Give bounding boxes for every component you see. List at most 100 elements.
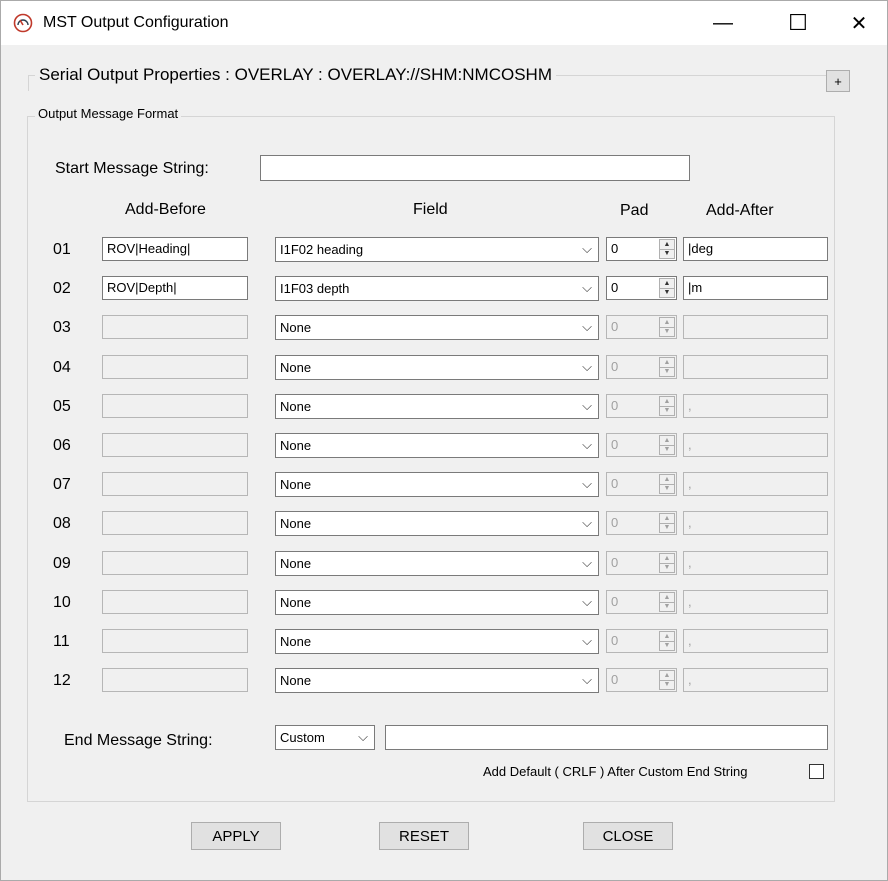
- field-select[interactable]: None ⌵: [275, 433, 599, 458]
- pad-spinner[interactable]: 0 ▲ ▼: [606, 355, 677, 379]
- spin-down-icon[interactable]: ▼: [660, 249, 674, 258]
- field-select[interactable]: None ⌵: [275, 551, 599, 576]
- field-select[interactable]: I1F02 heading ⌵: [275, 237, 599, 262]
- close-window-button[interactable]: ✕: [831, 1, 887, 45]
- crlf-checkbox[interactable]: [809, 764, 824, 779]
- field-select[interactable]: None ⌵: [275, 511, 599, 536]
- apply-button[interactable]: APPLY: [191, 822, 281, 850]
- add-before-input[interactable]: [102, 315, 248, 339]
- add-after-input[interactable]: ,: [683, 551, 828, 575]
- expand-button[interactable]: +: [826, 70, 850, 92]
- chevron-down-icon: ⌵: [582, 319, 592, 334]
- row-number: 11: [53, 633, 70, 650]
- add-before-input[interactable]: [102, 472, 248, 496]
- spin-down-icon[interactable]: ▼: [660, 680, 674, 689]
- end-message-select[interactable]: Custom ⌵: [275, 725, 375, 750]
- field-select[interactable]: None ⌵: [275, 394, 599, 419]
- spin-down-icon[interactable]: ▼: [660, 367, 674, 376]
- spinner-buttons: ▲ ▼: [659, 435, 675, 455]
- end-message-input[interactable]: [385, 725, 828, 750]
- add-after-input[interactable]: ,: [683, 472, 828, 496]
- add-before-input[interactable]: [102, 394, 248, 418]
- add-before-input[interactable]: [102, 629, 248, 653]
- spinner-buttons: ▲ ▼: [659, 592, 675, 612]
- pad-spinner[interactable]: 0 ▲ ▼: [606, 433, 677, 457]
- add-after-input[interactable]: [683, 315, 828, 339]
- add-before-input[interactable]: ROV|Heading|: [102, 237, 248, 261]
- spin-down-icon[interactable]: ▼: [660, 563, 674, 572]
- pad-spinner[interactable]: 0 ▲ ▼: [606, 668, 677, 692]
- field-select[interactable]: None ⌵: [275, 668, 599, 693]
- pad-spinner[interactable]: 0 ▲ ▼: [606, 276, 677, 300]
- pad-spinner[interactable]: 0 ▲ ▼: [606, 315, 677, 339]
- chevron-down-icon: ⌵: [582, 437, 592, 452]
- row-number: 05: [53, 398, 71, 415]
- chevron-down-icon: ⌵: [358, 729, 368, 744]
- spinner-buttons: ▲ ▼: [659, 357, 675, 377]
- reset-button[interactable]: RESET: [379, 822, 469, 850]
- maximize-button[interactable]: ☐: [770, 1, 826, 45]
- field-select[interactable]: None ⌵: [275, 590, 599, 615]
- pad-spinner[interactable]: 0 ▲ ▼: [606, 629, 677, 653]
- pad-value: 0: [611, 555, 619, 570]
- pad-spinner[interactable]: 0 ▲ ▼: [606, 472, 677, 496]
- add-before-input[interactable]: [102, 668, 248, 692]
- field-header: Field: [413, 201, 448, 218]
- row-number: 02: [53, 280, 71, 297]
- add-before-input[interactable]: [102, 590, 248, 614]
- field-select-value: None: [280, 595, 312, 610]
- add-after-input[interactable]: ,: [683, 668, 828, 692]
- add-after-input[interactable]: |m: [683, 276, 828, 300]
- pad-header: Pad: [620, 202, 649, 219]
- chevron-down-icon: ⌵: [582, 515, 592, 530]
- end-message-select-value: Custom: [280, 730, 325, 745]
- field-select[interactable]: None ⌵: [275, 355, 599, 380]
- pad-spinner[interactable]: 0 ▲ ▼: [606, 551, 677, 575]
- mst-output-configuration-window: MST Output Configuration — ☐ ✕ Serial Ou…: [0, 0, 888, 881]
- chevron-down-icon: ⌵: [582, 555, 592, 570]
- add-after-input[interactable]: |deg: [683, 237, 828, 261]
- add-after-header: Add-After: [706, 202, 774, 219]
- chevron-down-icon: ⌵: [582, 241, 592, 256]
- add-after-input[interactable]: ,: [683, 394, 828, 418]
- spin-down-icon[interactable]: ▼: [660, 484, 674, 493]
- pad-spinner[interactable]: 0 ▲ ▼: [606, 394, 677, 418]
- add-after-input[interactable]: ,: [683, 590, 828, 614]
- add-before-input[interactable]: [102, 551, 248, 575]
- chevron-down-icon: ⌵: [582, 280, 592, 295]
- close-button[interactable]: CLOSE: [583, 822, 673, 850]
- pad-spinner[interactable]: 0 ▲ ▼: [606, 237, 677, 261]
- add-before-input[interactable]: [102, 355, 248, 379]
- spin-down-icon[interactable]: ▼: [660, 602, 674, 611]
- add-before-input[interactable]: [102, 511, 248, 535]
- field-select[interactable]: I1F03 depth ⌵: [275, 276, 599, 301]
- spinner-buttons: ▲ ▼: [659, 553, 675, 573]
- pad-value: 0: [611, 241, 619, 256]
- spin-down-icon[interactable]: ▼: [660, 406, 674, 415]
- pad-spinner[interactable]: 0 ▲ ▼: [606, 590, 677, 614]
- field-select[interactable]: None ⌵: [275, 629, 599, 654]
- add-before-input[interactable]: [102, 433, 248, 457]
- start-message-input[interactable]: [260, 155, 690, 181]
- add-after-input[interactable]: ,: [683, 433, 828, 457]
- spin-down-icon[interactable]: ▼: [660, 327, 674, 336]
- field-select[interactable]: None ⌵: [275, 315, 599, 340]
- pad-value: 0: [611, 437, 619, 452]
- add-after-input[interactable]: ,: [683, 511, 828, 535]
- field-select[interactable]: None ⌵: [275, 472, 599, 497]
- gauge-icon: [13, 13, 33, 33]
- pad-spinner[interactable]: 0 ▲ ▼: [606, 511, 677, 535]
- spin-down-icon[interactable]: ▼: [660, 641, 674, 650]
- spin-down-icon[interactable]: ▼: [660, 445, 674, 454]
- spin-down-icon[interactable]: ▼: [660, 523, 674, 532]
- chevron-down-icon: ⌵: [582, 594, 592, 609]
- add-after-input[interactable]: ,: [683, 629, 828, 653]
- add-before-header: Add-Before: [125, 201, 206, 218]
- field-select-value: None: [280, 438, 312, 453]
- spinner-buttons: ▲ ▼: [659, 239, 675, 259]
- minimize-button[interactable]: —: [695, 1, 751, 45]
- add-before-input[interactable]: ROV|Depth|: [102, 276, 248, 300]
- chevron-down-icon: ⌵: [582, 633, 592, 648]
- spin-down-icon[interactable]: ▼: [660, 288, 674, 297]
- add-after-input[interactable]: [683, 355, 828, 379]
